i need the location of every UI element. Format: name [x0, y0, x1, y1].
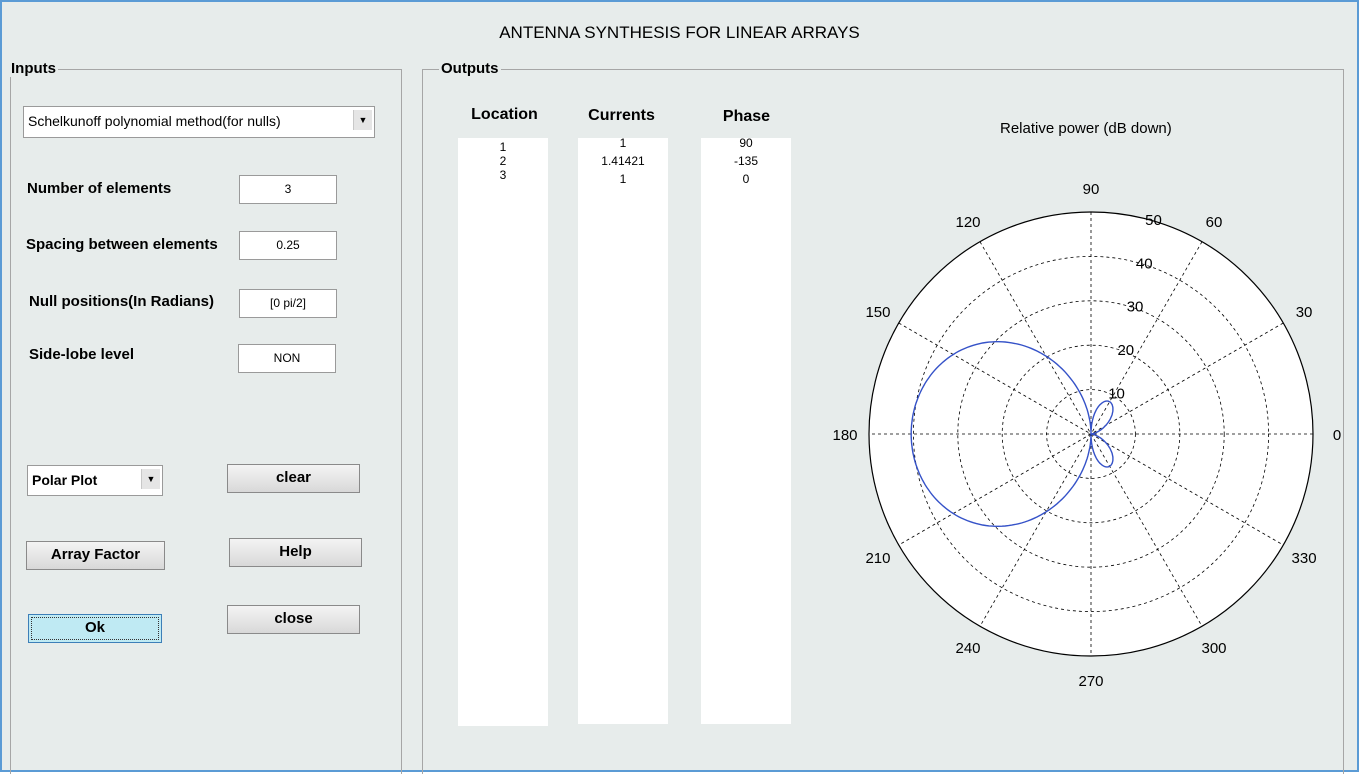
list-item: 1.41421	[601, 154, 645, 168]
outputs-panel-label: Outputs	[439, 60, 501, 77]
outputs-panel: Outputs	[422, 60, 1344, 774]
location-header: Location	[471, 106, 538, 123]
plot-type-value: Polar Plot	[32, 472, 98, 488]
chevron-down-icon[interactable]: ▼	[353, 110, 372, 130]
phase-list[interactable]: 90 -135 0	[701, 136, 791, 724]
sidelobe-label: Side-lobe level	[29, 346, 135, 363]
list-item: 1	[619, 136, 627, 150]
list-item: 0	[742, 172, 750, 186]
close-button[interactable]: close	[227, 605, 360, 634]
chevron-down-icon[interactable]: ▼	[141, 469, 160, 489]
sidelobe-field[interactable]: NON	[238, 344, 336, 373]
num-elements-label: Number of elements	[27, 180, 172, 197]
list-item: 90	[739, 136, 753, 150]
phase-header: Phase	[722, 108, 771, 125]
spacing-label: Spacing between elements	[26, 236, 218, 253]
null-positions-label: Null positions(In Radians)	[29, 293, 215, 310]
list-item: 1	[619, 172, 627, 186]
list-item: 3	[499, 168, 507, 182]
array-factor-button[interactable]: Array Factor	[26, 541, 165, 570]
app-window: ANTENNA SYNTHESIS FOR LINEAR ARRAYS Inpu…	[0, 0, 1359, 774]
currents-list[interactable]: 1 1.41421 1	[578, 136, 668, 724]
chart-title: Relative power (dB down)	[1000, 120, 1172, 137]
window-title: ANTENNA SYNTHESIS FOR LINEAR ARRAYS	[499, 23, 860, 42]
list-item: -135	[733, 154, 759, 168]
help-button[interactable]: Help	[229, 538, 362, 567]
plot-type-select[interactable]: Polar Plot ▼	[27, 465, 163, 496]
ok-button[interactable]: Ok	[28, 614, 162, 643]
location-list[interactable]: 1 2 3	[458, 138, 548, 726]
clear-button[interactable]: clear	[227, 464, 360, 493]
method-select-value: Schelkunoff polynomial method(for nulls)	[28, 113, 281, 129]
inputs-panel-label: Inputs	[9, 60, 58, 77]
num-elements-field[interactable]: 3	[239, 175, 337, 204]
currents-header: Currents	[588, 107, 655, 124]
method-select[interactable]: Schelkunoff polynomial method(for nulls)…	[23, 106, 375, 138]
spacing-field[interactable]: 0.25	[239, 231, 337, 260]
null-positions-field[interactable]: [0 pi/2]	[239, 289, 337, 318]
inputs-panel: Inputs	[9, 60, 402, 774]
